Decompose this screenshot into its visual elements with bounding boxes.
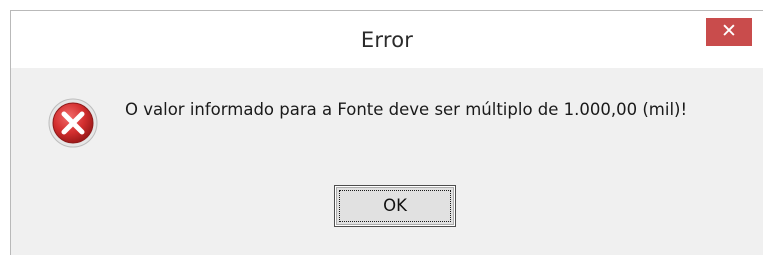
ok-button[interactable]: OK [334,185,456,227]
close-button[interactable]: ✕ [706,18,752,46]
error-dialog: Error ✕ O valor informado para a Fonte d… [10,10,763,255]
title-bar[interactable]: Error ✕ [11,11,763,68]
dialog-title: Error [360,28,414,52]
close-icon: ✕ [721,20,737,42]
ok-button-label: OK [339,190,451,222]
error-message: O valor informado para a Fonte deve ser … [125,100,688,119]
error-icon [47,97,99,149]
